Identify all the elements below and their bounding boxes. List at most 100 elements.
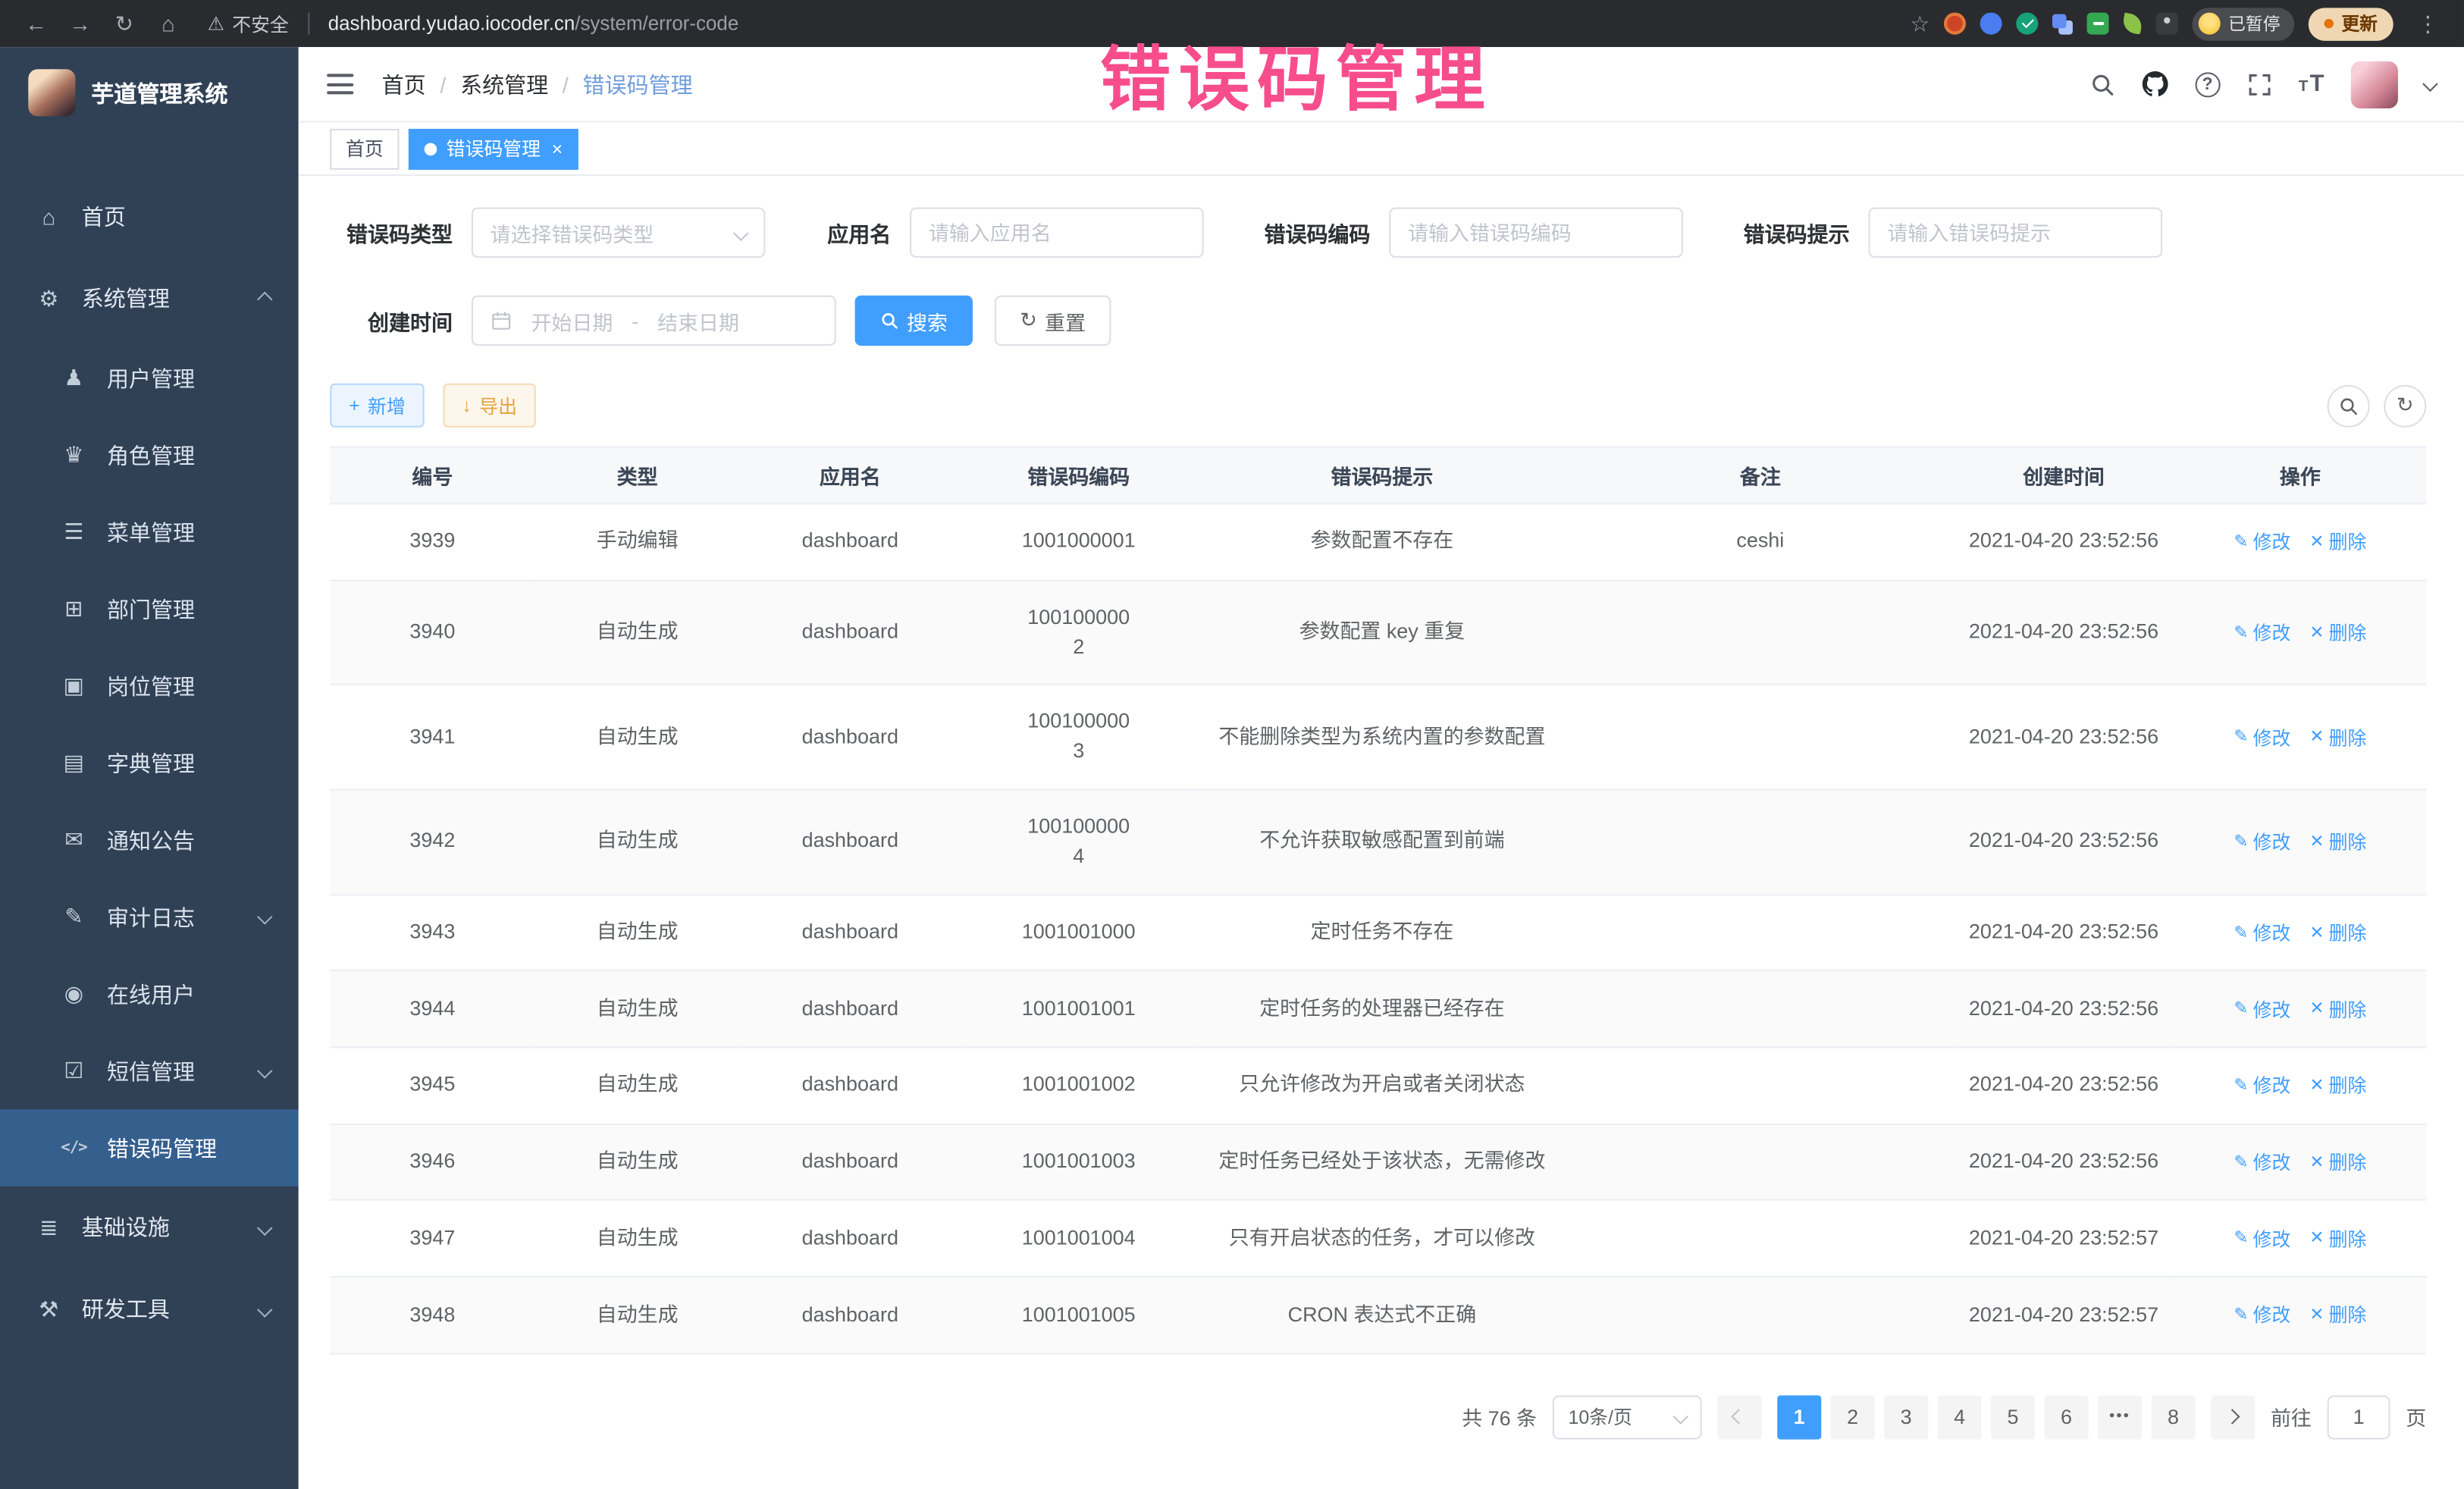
page-button-5[interactable]: 5: [1991, 1395, 2035, 1439]
extension-icon-3[interactable]: [2016, 13, 2038, 35]
date-range-picker[interactable]: 开始日期 - 结束日期: [472, 296, 836, 346]
page-button-3[interactable]: 3: [1884, 1395, 1928, 1439]
page-button-6[interactable]: 6: [2045, 1395, 2089, 1439]
tab-0[interactable]: 首页: [330, 128, 399, 169]
delete-link[interactable]: ✕删除: [2309, 1303, 2366, 1331]
sidebar-item-7[interactable]: ▤字典管理: [0, 725, 299, 802]
edit-link[interactable]: ✎修改: [2234, 530, 2290, 557]
delete-link[interactable]: ✕删除: [2309, 998, 2366, 1025]
sidebar-item-12[interactable]: </>错误码管理: [0, 1109, 299, 1186]
tab-close-icon[interactable]: ×: [552, 139, 563, 158]
delete-link[interactable]: ✕删除: [2309, 726, 2366, 753]
browser-update-button[interactable]: 更新: [2309, 7, 2393, 40]
page-button-1[interactable]: 1: [1777, 1395, 1821, 1439]
edit-link[interactable]: ✎修改: [2234, 726, 2290, 753]
cell-ops: ✎修改 ✕删除: [2174, 1277, 2427, 1353]
sidebar-item-2[interactable]: ♟用户管理: [0, 340, 299, 417]
refresh-table-button[interactable]: ↻: [2384, 384, 2426, 427]
error-msg-input[interactable]: [1887, 221, 2143, 244]
edit-link[interactable]: ✎修改: [2234, 921, 2290, 948]
search-icon[interactable]: [2089, 71, 2114, 96]
sidebar-item-label: 短信管理: [107, 1055, 195, 1086]
sidebar-item-9[interactable]: ✎审计日志: [0, 879, 299, 956]
add-button[interactable]: + 新增: [330, 384, 424, 428]
delete-icon: ✕: [2309, 531, 2324, 556]
sidebar-item-0[interactable]: ⌂首页: [0, 176, 299, 258]
breadcrumb-item-1[interactable]: 系统管理: [460, 68, 548, 99]
reset-button[interactable]: ↻ 重置: [995, 296, 1111, 346]
sidebar-item-10[interactable]: ◉在线用户: [0, 955, 299, 1033]
github-icon[interactable]: [2142, 71, 2168, 97]
edit-link[interactable]: ✎修改: [2234, 1227, 2290, 1254]
edit-link[interactable]: ✎修改: [2234, 1074, 2290, 1101]
delete-link[interactable]: ✕删除: [2309, 830, 2366, 857]
sidebar-item-6[interactable]: ▣岗位管理: [0, 647, 299, 725]
paused-extension-badge[interactable]: 已暂停: [2192, 7, 2294, 40]
security-indicator[interactable]: ⚠ 不安全: [208, 10, 289, 36]
extension-icon-1[interactable]: [1944, 13, 1966, 35]
sidebar-item-14[interactable]: ⚒研发工具: [0, 1268, 299, 1350]
delete-link[interactable]: ✕删除: [2309, 1150, 2366, 1177]
sidebar-item-11[interactable]: ☑短信管理: [0, 1033, 299, 1110]
search-button[interactable]: 搜索: [855, 296, 973, 346]
sidebar-item-4[interactable]: ☰菜单管理: [0, 494, 299, 571]
browser-forward-icon[interactable]: →: [60, 11, 101, 36]
breadcrumb-item-0[interactable]: 首页: [382, 68, 426, 99]
sidebar-item-label: 岗位管理: [107, 670, 195, 701]
delete-link[interactable]: ✕删除: [2309, 1227, 2366, 1254]
delete-link[interactable]: ✕删除: [2309, 1074, 2366, 1101]
page-more-button[interactable]: •••: [2098, 1395, 2142, 1439]
sidebar-item-3[interactable]: ♛角色管理: [0, 416, 299, 494]
page-button-2[interactable]: 2: [1831, 1395, 1875, 1439]
page-button-4[interactable]: 4: [1938, 1395, 1982, 1439]
browser-reload-icon[interactable]: ↻: [104, 10, 145, 36]
sidebar-item-1[interactable]: ⚙系统管理: [0, 258, 299, 340]
address-bar[interactable]: dashboard.yudao.iocoder.cn/system/error-…: [328, 13, 739, 35]
delete-link[interactable]: ✕删除: [2309, 530, 2366, 557]
edit-link[interactable]: ✎修改: [2234, 998, 2290, 1025]
bookmark-star-icon[interactable]: ☆: [1910, 10, 1930, 36]
edit-link[interactable]: ✎修改: [2234, 830, 2290, 857]
next-page-button[interactable]: [2211, 1395, 2255, 1439]
help-icon[interactable]: ?: [2195, 71, 2220, 96]
delete-link[interactable]: ✕删除: [2309, 921, 2366, 948]
font-size-icon[interactable]: T T: [2299, 72, 2324, 96]
extension-icon-4[interactable]: [2052, 14, 2067, 28]
edit-link[interactable]: ✎修改: [2234, 621, 2290, 648]
sidebar-collapse-icon[interactable]: [327, 74, 353, 94]
chevron-down-icon[interactable]: [2422, 77, 2438, 92]
user-avatar[interactable]: [2351, 61, 2398, 108]
sidebar-item-13[interactable]: ≣基础设施: [0, 1186, 299, 1268]
browser-menu-icon[interactable]: ⋮: [2407, 10, 2448, 36]
error-type-select[interactable]: 请选择错误码类型: [472, 208, 766, 258]
edit-link[interactable]: ✎修改: [2234, 1303, 2290, 1331]
edit-link[interactable]: ✎修改: [2234, 1150, 2290, 1177]
export-button[interactable]: ↓ 导出: [444, 384, 536, 428]
browser-back-icon[interactable]: ←: [16, 11, 57, 36]
sidebar-item-5[interactable]: ⊞部门管理: [0, 570, 299, 647]
puzzle-extension-icon[interactable]: [2156, 13, 2178, 35]
browser-home-icon[interactable]: ⌂: [148, 11, 189, 36]
page-size-select[interactable]: 10条/页: [1553, 1395, 1702, 1439]
tab-1[interactable]: 错误码管理×: [409, 128, 578, 169]
error-code-input[interactable]: [1408, 221, 1664, 244]
cell-type: 自动生成: [535, 1277, 740, 1353]
prev-page-button[interactable]: [1717, 1395, 1761, 1439]
extension-icon-6[interactable]: [2121, 13, 2143, 35]
cell-ops: ✎修改 ✕删除: [2174, 580, 2427, 685]
goto-page-input[interactable]: [2328, 1395, 2390, 1439]
app-logo[interactable]: 芋道管理系统: [0, 47, 299, 138]
cell-app: dashboard: [740, 790, 961, 895]
cell-remark: [1567, 580, 1953, 685]
extension-icon-5[interactable]: [2087, 13, 2109, 35]
cell-app: dashboard: [740, 1200, 961, 1277]
show-search-button[interactable]: [2328, 384, 2370, 427]
sidebar-item-8[interactable]: ✉通知公告: [0, 801, 299, 879]
extension-icon-2[interactable]: [1980, 13, 2002, 35]
fullscreen-icon[interactable]: [2246, 71, 2271, 96]
cell-id: 3942: [330, 790, 534, 895]
emoji-face-icon: [2199, 13, 2221, 35]
delete-link[interactable]: ✕删除: [2309, 621, 2366, 648]
app-name-input[interactable]: [929, 221, 1185, 244]
page-button-8[interactable]: 8: [2151, 1395, 2195, 1439]
